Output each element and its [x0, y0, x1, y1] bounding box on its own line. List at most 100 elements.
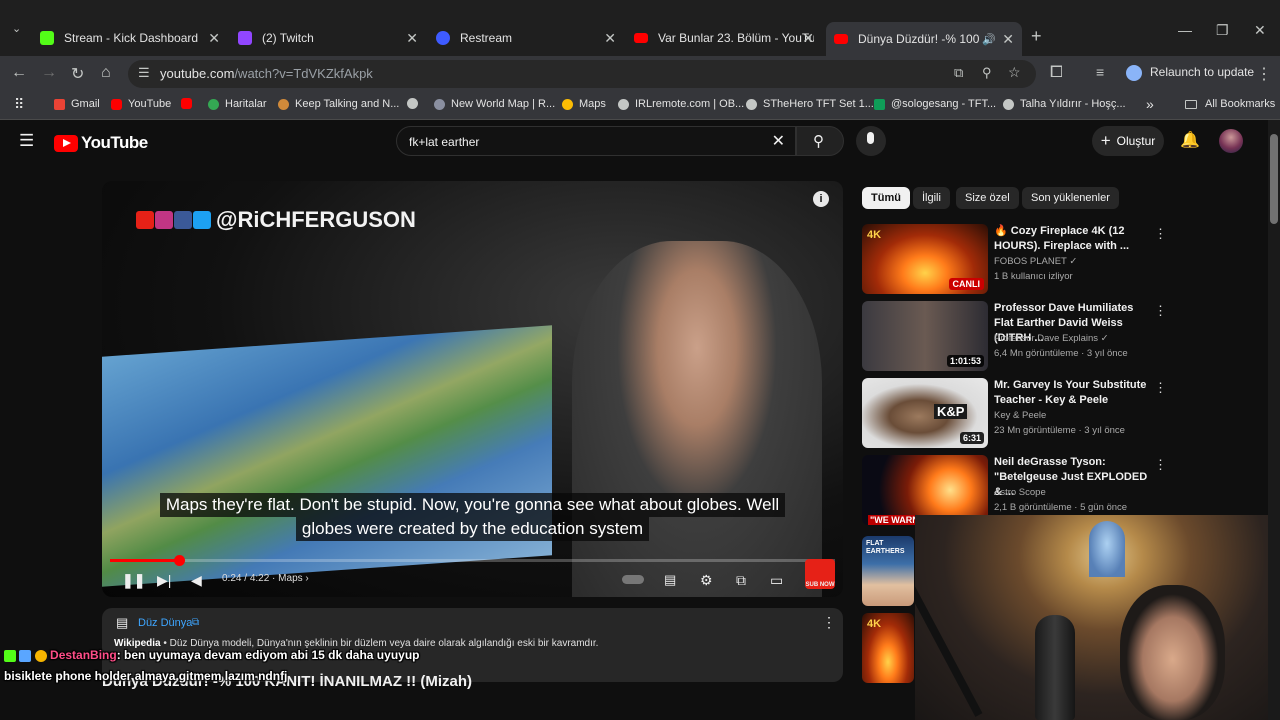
- bookmark-star-icon[interactable]: ☆: [1008, 64, 1021, 81]
- progress-fill: [110, 559, 179, 562]
- site-info-icon[interactable]: ☰: [138, 65, 150, 81]
- video-thumbnail[interactable]: K&P 6:31: [862, 378, 988, 448]
- tab-dunya-duzdur[interactable]: Dünya Düzdür! -% 100 KAN 🔊 ✕: [826, 22, 1022, 56]
- subscribe-now-badge[interactable]: SUB NOW: [805, 559, 835, 589]
- more-options-icon[interactable]: ⋮: [1154, 303, 1167, 319]
- external-link-icon: ⧉: [192, 617, 200, 628]
- zoom-icon[interactable]: ⚲: [982, 65, 992, 81]
- tab-var-bunlar[interactable]: Var Bunlar 23. Bölüm - YouTube ✕: [626, 24, 822, 52]
- home-icon[interactable]: ⌂: [101, 64, 111, 82]
- bookmark-gmail[interactable]: Gmail: [54, 98, 100, 110]
- youtube-logo[interactable]: YouTube: [54, 133, 148, 153]
- search-input[interactable]: fk+lat earther ✕: [396, 126, 796, 156]
- install-icon[interactable]: ⧉: [954, 65, 963, 81]
- bookmark-irlremote[interactable]: IRLremote.com | OB...: [618, 98, 744, 110]
- globe-icon: [618, 98, 629, 110]
- close-icon[interactable]: ✕: [802, 30, 814, 47]
- media-control-icon[interactable]: ≡: [1096, 64, 1104, 80]
- recommended-video[interactable]: 1:01:53 Professor Dave Humiliates Flat E…: [862, 301, 1167, 373]
- restore-button[interactable]: ❐: [1216, 22, 1229, 39]
- video-title[interactable]: Mr. Garvey Is Your Substitute Teacher - …: [994, 378, 1150, 408]
- autoplay-toggle[interactable]: [622, 575, 644, 584]
- forward-icon[interactable]: →: [41, 64, 57, 82]
- notifications-bell-icon[interactable]: 🔔: [1180, 130, 1200, 150]
- bookmark-youtube[interactable]: YouTube: [111, 98, 171, 110]
- channel-name[interactable]: FOBOS PLANET ✓: [994, 256, 1077, 267]
- chapter-label[interactable]: Maps: [278, 573, 302, 584]
- reload-icon[interactable]: ↻: [71, 64, 84, 84]
- info-panel-title[interactable]: Düz Dünya: [138, 617, 192, 629]
- more-options-icon[interactable]: ⋮: [822, 614, 836, 631]
- bookmark-sologesang[interactable]: @sologesang - TFT...: [874, 98, 996, 110]
- close-icon[interactable]: ✕: [604, 30, 616, 47]
- chip-for-you[interactable]: Size özel: [956, 187, 1019, 209]
- bookmark-haritalar[interactable]: Haritalar: [208, 98, 267, 110]
- search-button[interactable]: ⚲: [796, 126, 844, 156]
- settings-gear-icon[interactable]: ⚙: [700, 572, 713, 589]
- bookmark-keep-talking[interactable]: Keep Talking and N...: [278, 98, 399, 110]
- hamburger-menu-icon[interactable]: ☰: [19, 131, 34, 151]
- create-button[interactable]: + Oluştur: [1092, 126, 1164, 156]
- close-icon[interactable]: ✕: [406, 30, 418, 47]
- relaunch-button[interactable]: Relaunch to update: [1150, 65, 1254, 79]
- miniplayer-icon[interactable]: ⧉: [736, 572, 746, 589]
- close-icon[interactable]: ✕: [1002, 31, 1014, 48]
- video-title[interactable]: 🔥 Cozy Fireplace 4K (12 HOURS). Fireplac…: [994, 224, 1150, 254]
- bookmark-maps[interactable]: Maps: [562, 98, 606, 110]
- progress-bar[interactable]: [110, 555, 835, 566]
- close-window-button[interactable]: ✕: [1254, 22, 1266, 39]
- bookmark-new-world-map[interactable]: New World Map | R...: [434, 98, 555, 110]
- all-bookmarks[interactable]: All Bookmarks: [1185, 98, 1275, 110]
- theater-mode-icon[interactable]: ▭: [770, 572, 783, 589]
- more-options-icon[interactable]: ⋮: [1154, 457, 1167, 473]
- bookmark-sthehero[interactable]: STheHero TFT Set 1...: [746, 98, 874, 110]
- back-icon[interactable]: ←: [11, 64, 27, 82]
- time-display: 0:24 / 4:22 · Maps ›: [222, 573, 309, 584]
- video-meta: 6,4 Mn görüntüleme · 3 yıl önce: [994, 348, 1128, 359]
- volume-icon[interactable]: ◀: [191, 572, 202, 589]
- channel-name[interactable]: Astro Scope: [994, 487, 1046, 498]
- info-icon[interactable]: i: [813, 191, 829, 207]
- menu-icon[interactable]: ⋮: [1256, 64, 1272, 84]
- progress-scrubber[interactable]: [173, 555, 185, 566]
- video-thumbnail[interactable]: 4K CANLI: [862, 224, 988, 294]
- video-player[interactable]: @RiCHFERGUSON i Maps they're flat. Don't…: [102, 181, 843, 597]
- bookmark-youtube-2[interactable]: [181, 98, 198, 109]
- channel-name[interactable]: Key & Peele: [994, 410, 1046, 421]
- bookmark-globe[interactable]: [407, 98, 424, 109]
- close-icon[interactable]: ✕: [208, 30, 220, 47]
- channel-name[interactable]: Professor Dave Explains ✓: [994, 333, 1109, 344]
- video-thumbnail[interactable]: 1:01:53: [862, 301, 988, 371]
- more-options-icon[interactable]: ⋮: [1154, 226, 1167, 242]
- new-tab-button[interactable]: +: [1031, 26, 1042, 47]
- clear-search-icon[interactable]: ✕: [772, 131, 785, 151]
- next-icon[interactable]: ▶|: [157, 572, 171, 589]
- video-thumbnail[interactable]: FLAT EARTHERS: [862, 536, 914, 606]
- extensions-icon[interactable]: ⧠: [1050, 64, 1063, 82]
- browser-toolbar: ← → ↻ ⌂ ☰ youtube.com/watch?v=TdVKZkfAkp…: [0, 56, 1280, 92]
- subtitles-icon[interactable]: ▤: [664, 572, 676, 588]
- video-thumbnail[interactable]: 4K: [862, 613, 914, 683]
- chip-recent[interactable]: Son yüklenenler: [1022, 187, 1119, 209]
- tab-twitch[interactable]: (2) Twitch ✕: [230, 24, 426, 52]
- scrollbar-thumb[interactable]: [1270, 134, 1278, 224]
- address-bar[interactable]: ☰ youtube.com/watch?v=TdVKZkfAkpk ⧉ ⚲ ☆: [128, 60, 1036, 88]
- more-bookmarks-icon[interactable]: »: [1146, 96, 1154, 112]
- profile-avatar[interactable]: [1126, 65, 1142, 81]
- bookmark-talha[interactable]: Talha Yıldırır - Hoşç...: [1003, 98, 1126, 110]
- chip-related[interactable]: İlgili: [913, 187, 950, 209]
- apps-icon[interactable]: ⠿: [14, 96, 24, 113]
- tab-restream[interactable]: Restream ✕: [428, 24, 624, 52]
- recommended-video[interactable]: K&P 6:31 Mr. Garvey Is Your Substitute T…: [862, 378, 1167, 450]
- minimize-button[interactable]: —: [1178, 22, 1192, 38]
- tab-search-icon[interactable]: ⌄: [12, 22, 21, 35]
- speaker-icon[interactable]: 🔊: [982, 33, 996, 46]
- tab-kick[interactable]: Stream - Kick Dashboard ✕: [32, 24, 228, 52]
- recommended-video[interactable]: 4K CANLI 🔥 Cozy Fireplace 4K (12 HOURS).…: [862, 224, 1167, 296]
- chip-all[interactable]: Tümü: [862, 187, 910, 209]
- pause-icon[interactable]: ❚❚: [122, 572, 145, 589]
- more-options-icon[interactable]: ⋮: [1154, 380, 1167, 396]
- page-scrollbar[interactable]: [1268, 120, 1280, 720]
- account-avatar[interactable]: [1219, 129, 1243, 153]
- voice-search-button[interactable]: [856, 126, 886, 156]
